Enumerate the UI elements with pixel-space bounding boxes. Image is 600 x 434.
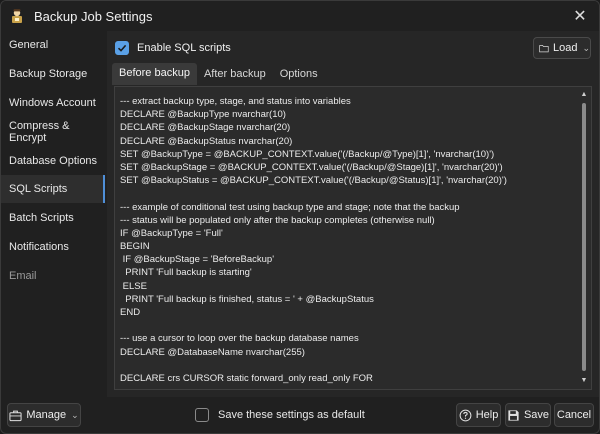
cancel-button-label: Cancel (556, 409, 592, 421)
save-button[interactable]: Save (505, 403, 551, 427)
title-bar: Backup Job Settings ✕ (1, 1, 599, 31)
sidebar-item-label: SQL Scripts (9, 183, 68, 195)
sidebar-item-notifications[interactable]: Notifications (1, 233, 105, 261)
sidebar-item-sql-scripts[interactable]: SQL Scripts (1, 175, 105, 203)
script-line: END (120, 307, 141, 318)
cancel-button[interactable]: Cancel (554, 403, 594, 427)
script-line: PRINT 'Full backup is finished, status =… (120, 293, 374, 305)
load-button-label: Load (552, 42, 578, 54)
tab-options[interactable]: Options (273, 63, 325, 85)
help-circle-icon (459, 409, 472, 421)
chevron-down-icon: ⌄ (582, 42, 590, 53)
floppy-disk-icon (508, 409, 519, 421)
script-line: SET @BackupStatus = @BACKUP_CONTEXT.valu… (120, 175, 507, 187)
window-title: Backup Job Settings (34, 9, 153, 24)
backup-job-settings-window: Backup Job Settings ✕ General Backup Sto… (0, 0, 600, 434)
script-line: DECLARE @BackupStatus nvarchar(20) (120, 135, 293, 147)
sidebar-item-compress-encrypt[interactable]: Compress & Encrypt (1, 118, 105, 146)
script-editor[interactable]: --- extract backup type, stage, and stat… (120, 95, 578, 385)
manage-button[interactable]: Manage ⌄ (7, 403, 81, 427)
script-line: --- status will be populated only after … (120, 214, 435, 226)
sidebar-item-database-options[interactable]: Database Options (1, 147, 105, 175)
app-logo-icon (9, 8, 25, 24)
script-line: --- extract backup type, stage, and stat… (120, 96, 351, 107)
sidebar-item-label: Batch Scripts (9, 212, 74, 224)
script-line: --- use a cursor to loop over the backup… (120, 333, 359, 345)
close-icon: ✕ (573, 8, 587, 25)
enable-sql-scripts-checkbox[interactable] (115, 41, 129, 55)
close-button[interactable]: ✕ (567, 4, 593, 28)
script-tabs: Before backup After backup Options (112, 63, 325, 85)
sidebar-item-label: Backup Storage (9, 68, 88, 80)
sidebar-item-label: Notifications (9, 241, 69, 253)
editor-scrollbar[interactable]: ▲ ▼ (579, 89, 589, 387)
script-line: ELSE (120, 280, 147, 292)
script-line (120, 319, 578, 332)
script-line: SET @BackupType = @BACKUP_CONTEXT.value(… (120, 148, 495, 160)
tab-label: Options (279, 68, 318, 80)
manage-button-label: Manage (26, 409, 67, 421)
script-line: --- example of conditional test using ba… (120, 201, 460, 213)
sidebar-item-backup-storage[interactable]: Backup Storage (1, 60, 105, 88)
script-editor-frame: --- extract backup type, stage, and stat… (114, 86, 592, 390)
save-default-label: Save these settings as default (218, 409, 365, 421)
save-button-label: Save (523, 409, 550, 421)
sidebar-item-batch-scripts[interactable]: Batch Scripts (1, 204, 105, 232)
tab-label: After backup (203, 68, 266, 80)
script-line: DECLARE @DatabaseName nvarchar(255) (120, 346, 305, 358)
sql-scripts-panel: Enable SQL scripts Load ⌄ Before backup … (107, 31, 599, 397)
script-line: SET @BackupStage = @BACKUP_CONTEXT.value… (120, 161, 503, 173)
sidebar-item-label: General (9, 39, 49, 51)
enable-sql-scripts-label: Enable SQL scripts (137, 42, 231, 54)
save-default-row: Save these settings as default (195, 408, 365, 422)
tab-after-backup[interactable]: After backup (197, 63, 273, 85)
script-line: IF @BackupType = 'Full' (120, 227, 223, 239)
help-button[interactable]: Help (456, 403, 501, 427)
scroll-thumb[interactable] (582, 103, 586, 371)
load-button[interactable]: Load ⌄ (533, 37, 591, 59)
help-button-label: Help (475, 409, 499, 421)
script-line: DECLARE crs CURSOR static forward_only r… (120, 372, 373, 384)
tab-before-backup[interactable]: Before backup (112, 63, 197, 85)
scroll-up-icon[interactable]: ▲ (580, 91, 588, 99)
chevron-down-icon: ⌄ (71, 409, 79, 420)
script-line: DECLARE @BackupStage nvarchar(20) (120, 122, 291, 134)
script-line: BEGIN (120, 241, 150, 253)
save-default-checkbox[interactable] (195, 408, 209, 422)
sidebar-item-label: Database Options (9, 155, 98, 167)
sidebar-item-email[interactable]: Email (1, 262, 105, 290)
script-line (120, 359, 578, 372)
sidebar-item-label: Email (9, 270, 37, 282)
script-line: DECLARE @BackupType nvarchar(10) (120, 109, 286, 121)
folder-icon (539, 44, 549, 52)
checkmark-icon (117, 44, 127, 52)
script-line: PRINT 'Full backup is starting' (120, 267, 252, 279)
tab-label: Before backup (119, 67, 190, 79)
script-line: IF @BackupStage = 'BeforeBackup' (120, 254, 275, 266)
enable-sql-scripts-row: Enable SQL scripts (115, 39, 231, 57)
sidebar-item-label: Compress & Encrypt (9, 120, 70, 144)
scroll-down-icon[interactable]: ▼ (580, 377, 588, 385)
footer-bar: Manage ⌄ Save these settings as default … (1, 397, 599, 433)
script-line (120, 187, 578, 200)
sidebar-item-label: Windows Account (9, 97, 96, 109)
sidebar-item-windows-account[interactable]: Windows Account (1, 89, 105, 117)
sidebar-item-general[interactable]: General (1, 31, 105, 59)
briefcase-icon (9, 410, 22, 421)
sidebar: General Backup Storage Windows Account C… (1, 31, 107, 397)
